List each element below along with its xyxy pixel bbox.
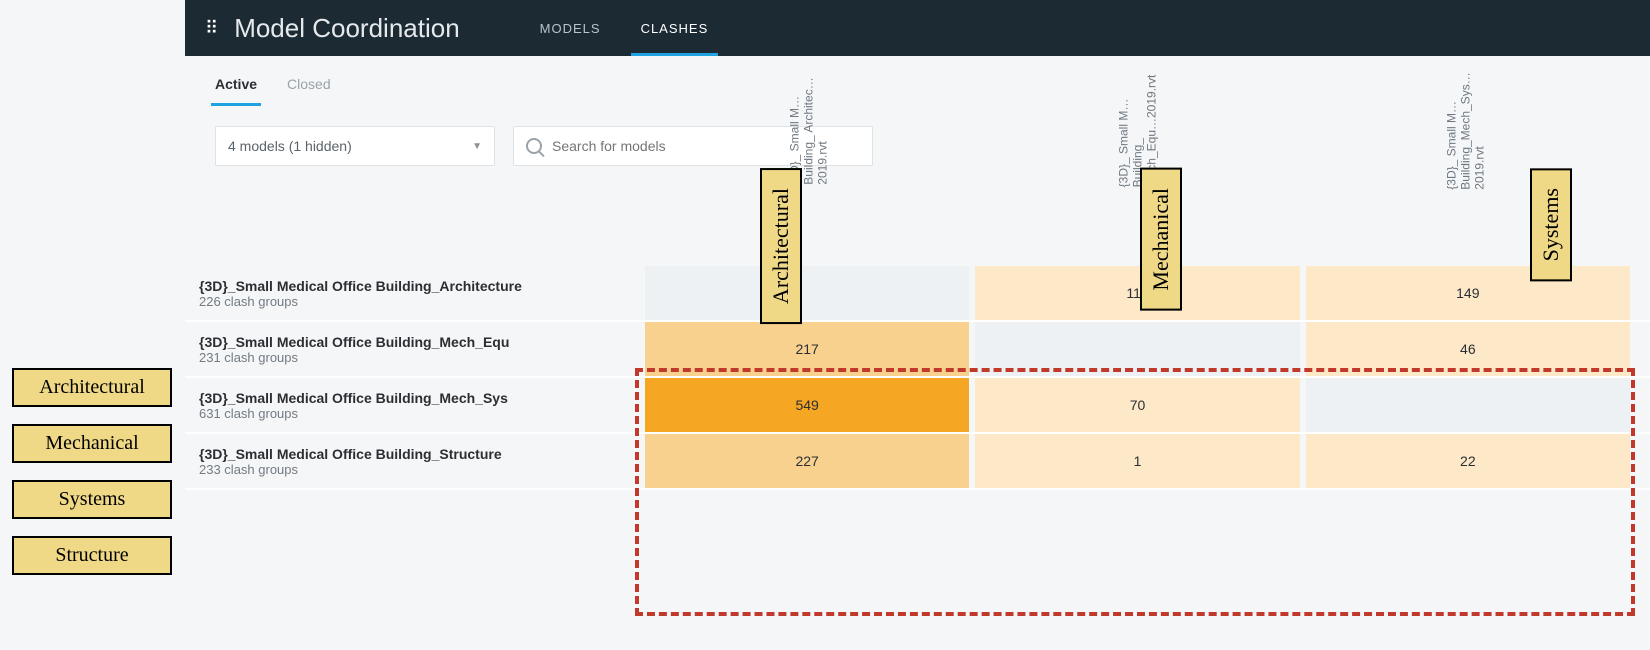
matrix-row-arch: {3D}_Small Medical Office Building_Archi… <box>185 266 1650 322</box>
subtab-active[interactable]: Active <box>215 76 257 106</box>
model-filter-dropdown[interactable]: 4 models (1 hidden) ▼ <box>215 126 495 166</box>
clash-cell <box>645 266 969 320</box>
row-label[interactable]: {3D}_Small Medical Office Building_Mech_… <box>185 322 645 376</box>
column-header-mech[interactable]: {3D}_ Small M…Building_Mech_Equ…2019.rvt <box>973 76 1301 266</box>
matrix-row-mech: {3D}_Small Medical Office Building_Mech_… <box>185 322 1650 378</box>
column-header-sys[interactable]: {3D}_ Small M…Building_Mech_Sys…2019.rvt <box>1302 76 1630 266</box>
matrix-row-sys: {3D}_Small Medical Office Building_Mech_… <box>185 378 1650 434</box>
chevron-down-icon: ▼ <box>472 141 482 152</box>
search-icon <box>526 138 542 154</box>
annotation-col-badge-mech: Mechanical <box>1140 168 1182 311</box>
matrix-row-struct: {3D}_Small Medical Office Building_Struc… <box>185 434 1650 490</box>
row-clash-count: 231 clash groups <box>199 350 635 365</box>
clash-cell <box>975 322 1299 376</box>
row-clash-count: 233 clash groups <box>199 462 635 477</box>
primary-nav: MODELS CLASHES <box>520 0 729 56</box>
row-model-name: {3D}_Small Medical Office Building_Archi… <box>199 278 635 294</box>
row-model-name: {3D}_Small Medical Office Building_Mech_… <box>199 334 635 350</box>
clash-cell[interactable]: 46 <box>1306 322 1630 376</box>
app-title: Model Coordination <box>234 13 459 44</box>
clash-cell[interactable]: 549 <box>645 378 969 432</box>
nav-tab-clashes[interactable]: CLASHES <box>621 0 729 56</box>
annotation-row-badge-struct: Structure <box>12 536 172 575</box>
row-clash-count: 226 clash groups <box>199 294 635 309</box>
clash-cell[interactable]: 227 <box>645 434 969 488</box>
clash-cell[interactable]: 217 <box>645 322 969 376</box>
row-label[interactable]: {3D}_Small Medical Office Building_Archi… <box>185 266 645 320</box>
clash-cell[interactable]: 119 <box>975 266 1299 320</box>
row-label[interactable]: {3D}_Small Medical Office Building_Mech_… <box>185 378 645 432</box>
column-header-arch[interactable]: {3D}_ Small M…Building_ Architec…2019.rv… <box>645 76 973 266</box>
column-header-label: {3D}_ Small M…Building_Mech_Sys…2019.rvt <box>1445 72 1487 189</box>
row-label[interactable]: {3D}_Small Medical Office Building_Struc… <box>185 434 645 488</box>
annotation-row-badge-sys: Systems <box>12 480 172 519</box>
annotation-row-badge-mech: Mechanical <box>12 424 172 463</box>
clash-cell[interactable]: 1 <box>975 434 1299 488</box>
nav-tab-models[interactable]: MODELS <box>520 0 621 56</box>
subtab-closed[interactable]: Closed <box>287 76 331 106</box>
row-model-name: {3D}_Small Medical Office Building_Mech_… <box>199 390 635 406</box>
clash-cell <box>1306 378 1630 432</box>
clash-cell[interactable]: 149 <box>1306 266 1630 320</box>
row-clash-count: 631 clash groups <box>199 406 635 421</box>
clash-cell[interactable]: 22 <box>1306 434 1630 488</box>
row-model-name: {3D}_Small Medical Office Building_Struc… <box>199 446 635 462</box>
annotation-row-badge-arch: Architectural <box>12 368 172 407</box>
clash-cell[interactable]: 70 <box>975 378 1299 432</box>
dropdown-label: 4 models (1 hidden) <box>228 138 352 154</box>
annotation-col-badge-arch: Architectural <box>760 168 802 324</box>
clash-matrix: {3D}_ Small M…Building_ Architec…2019.rv… <box>185 266 1650 490</box>
apps-grid-icon[interactable]: ⠿ <box>205 23 220 33</box>
annotation-col-badge-sys: Systems <box>1530 168 1572 281</box>
app-header: ⠿ Model Coordination MODELS CLASHES <box>185 0 1650 56</box>
